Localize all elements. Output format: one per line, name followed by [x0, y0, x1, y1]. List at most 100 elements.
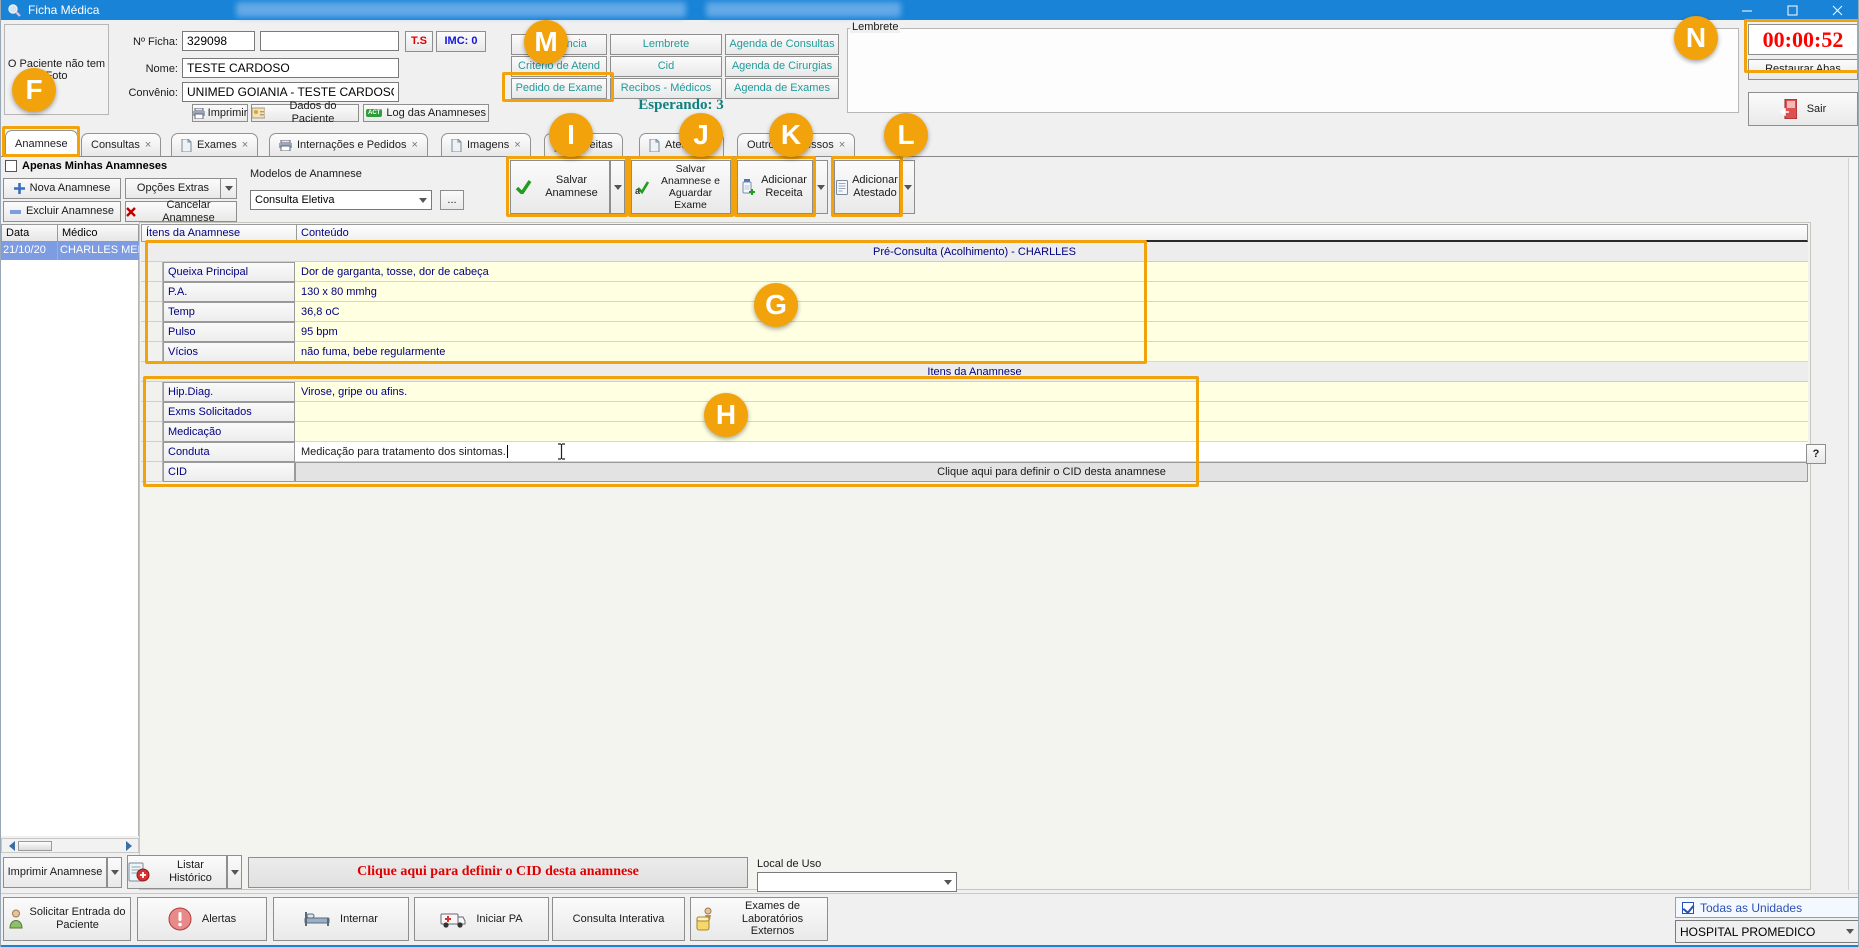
- tab-anamnese[interactable]: Anamnese: [5, 130, 78, 157]
- solicitar-entrada-button[interactable]: Solicitar Entrada do Paciente: [3, 897, 131, 941]
- adicionar-atestado-button[interactable]: Adicionar Atestado: [834, 160, 900, 214]
- scroll-right-icon[interactable]: [124, 841, 138, 851]
- sair-button[interactable]: Sair: [1748, 92, 1858, 126]
- cancelar-anamnese-button[interactable]: Cancelar Anamnese: [125, 201, 237, 222]
- internar-button[interactable]: Internar: [273, 897, 409, 941]
- scroll-left-icon[interactable]: [2, 841, 16, 851]
- pedido-de-exame-button[interactable]: Pedido de Exame: [511, 78, 607, 99]
- history-scrollbar[interactable]: [1, 838, 139, 853]
- maximize-button[interactable]: [1770, 0, 1815, 20]
- nova-anamnese-button[interactable]: Nova Anamnese: [3, 178, 121, 199]
- table-row[interactable]: Hip.Diag. Virose, gripe ou afins.: [141, 382, 1808, 402]
- salvar-anamnese-aguardar-exame-button[interactable]: a Salvar Anamnese e Aguardar Exame: [631, 160, 731, 214]
- ficha-extra-input[interactable]: [260, 31, 399, 51]
- table-row[interactable]: Conduta Medicação para tratamento dos si…: [141, 442, 1808, 462]
- agenda-consultas-button[interactable]: Agenda de Consultas: [725, 34, 839, 55]
- unidade-select[interactable]: HOSPITAL PROMEDICO: [1675, 920, 1859, 943]
- checkbox-icon[interactable]: [5, 160, 17, 172]
- row-value[interactable]: [295, 402, 1808, 422]
- salvar-dropdown-arrow[interactable]: [610, 160, 625, 214]
- iniciar-pa-button[interactable]: Iniciar PA: [414, 897, 549, 941]
- row-value-editing[interactable]: Medicação para tratamento dos sintomas.: [295, 442, 1808, 462]
- tab-consultas[interactable]: Consultas×: [81, 133, 161, 156]
- imc-button[interactable]: IMC: 0: [436, 31, 486, 52]
- cid-define-link[interactable]: Clique aqui para definir o CID desta ana…: [295, 462, 1808, 482]
- table-row[interactable]: Vícios não fuma, bebe regularmente: [141, 342, 1808, 362]
- ts-button[interactable]: T.S: [405, 31, 433, 52]
- excluir-anamnese-button[interactable]: Excluir Anamnese: [3, 201, 121, 222]
- adicionar-receita-button[interactable]: Adicionar Receita: [737, 160, 813, 214]
- vertical-scrollbar[interactable]: [1848, 158, 1859, 890]
- table-row[interactable]: Exms Solicitados: [141, 402, 1808, 422]
- checkbox-checked-icon[interactable]: [1682, 902, 1694, 914]
- tab-close-icon[interactable]: ×: [514, 139, 520, 151]
- listar-historico-dropdown-arrow[interactable]: [227, 855, 242, 889]
- tab-internacoes-e-pedidos[interactable]: Internações e Pedidos×: [269, 133, 428, 156]
- history-column-data[interactable]: Data: [1, 224, 58, 242]
- listar-historico-button[interactable]: Listar Histórico: [127, 855, 227, 889]
- table-column-itens[interactable]: Ítens da Anamnese: [141, 224, 297, 242]
- assistencia-button[interactable]: Assistência: [511, 34, 607, 55]
- recibos-medicos-button[interactable]: Recibos - Médicos: [610, 78, 722, 99]
- todas-unidades-checkbox[interactable]: Todas as Unidades: [1675, 897, 1859, 918]
- history-column-medico[interactable]: Médico: [57, 224, 139, 242]
- agenda-cirurgias-button[interactable]: Agenda de Cirurgias: [725, 56, 839, 77]
- table-row[interactable]: Medicação: [141, 422, 1808, 442]
- apenas-minhas-anamneses-checkbox[interactable]: Apenas Minhas Anamneses: [5, 160, 167, 172]
- section-row[interactable]: Pré-Consulta (Acolhimento) - CHARLLES: [141, 242, 1808, 262]
- minimize-button[interactable]: [1725, 0, 1770, 20]
- modelo-more-button[interactable]: ...: [440, 190, 464, 210]
- tab-exames[interactable]: Exames×: [171, 133, 258, 156]
- help-button[interactable]: ?: [1806, 444, 1826, 464]
- row-value[interactable]: [295, 422, 1808, 442]
- consulta-interativa-button[interactable]: Consulta Interativa: [552, 897, 685, 941]
- dropdown-arrow-icon[interactable]: [220, 179, 236, 198]
- tab-atestados[interactable]: Atestados: [639, 133, 724, 156]
- row-value[interactable]: 36,8 oC: [295, 302, 1808, 322]
- table-row[interactable]: Queixa Principal Dor de garganta, tosse,…: [141, 262, 1808, 282]
- dados-do-paciente-button[interactable]: Dados do Paciente: [251, 104, 359, 122]
- imprimir-button[interactable]: Imprimir: [192, 104, 248, 122]
- scrollbar-thumb[interactable]: [18, 841, 52, 851]
- row-value[interactable]: 95 bpm: [295, 322, 1808, 342]
- cid-button[interactable]: Cid: [610, 56, 722, 77]
- imprimir-anamnese-dropdown-arrow[interactable]: [107, 857, 122, 888]
- imprimir-anamnese-button[interactable]: Imprimir Anamnese: [3, 857, 107, 888]
- cid-banner-button[interactable]: Clique aqui para definir o CID desta ana…: [248, 857, 748, 888]
- local-de-uso-select[interactable]: [757, 872, 957, 892]
- atestado-dropdown-arrow[interactable]: [900, 160, 915, 214]
- modelo-anamnese-select[interactable]: Consulta Eletiva: [250, 190, 432, 210]
- alertas-button[interactable]: Alertas: [137, 897, 267, 941]
- criterio-atend-button[interactable]: Critério de Atend: [511, 56, 607, 77]
- exames-lab-externos-button[interactable]: Exames de Laboratórios Externos: [690, 897, 828, 941]
- table-row[interactable]: Temp 36,8 oC: [141, 302, 1808, 322]
- table-column-conteudo[interactable]: Conteúdo: [296, 224, 1808, 242]
- log-das-anamneses-button[interactable]: ACT Log das Anamneses: [363, 104, 489, 122]
- table-row[interactable]: Pulso 95 bpm: [141, 322, 1808, 342]
- tab-close-icon[interactable]: ×: [242, 139, 248, 151]
- tab-close-icon[interactable]: ×: [839, 139, 845, 151]
- restaurar-abas-button[interactable]: Restaurar Abas: [1748, 59, 1858, 80]
- ficha-input[interactable]: [182, 31, 255, 51]
- row-value[interactable]: Dor de garganta, tosse, dor de cabeça: [295, 262, 1808, 282]
- section-row[interactable]: Itens da Anamnese: [141, 362, 1808, 382]
- history-row-selected[interactable]: 21/10/20 CHARLLES MEDICO: [1, 242, 139, 260]
- convenio-input[interactable]: [182, 82, 399, 102]
- opcoes-extras-button[interactable]: Opções Extras: [125, 178, 237, 199]
- salvar-anamnese-button[interactable]: Salvar Anamnese: [510, 160, 610, 214]
- row-value[interactable]: 130 x 80 mmhg: [295, 282, 1808, 302]
- tab-outros-impressos[interactable]: Outros Impressos×: [737, 133, 855, 156]
- tab-close-icon[interactable]: ×: [145, 139, 151, 151]
- tab-receitas[interactable]: Receitas: [544, 133, 623, 156]
- table-row[interactable]: CID Clique aqui para definir o CID desta…: [141, 462, 1808, 482]
- tab-close-icon[interactable]: ×: [411, 139, 417, 151]
- table-row[interactable]: P.A. 130 x 80 mmhg: [141, 282, 1808, 302]
- tab-imagens[interactable]: Imagens×: [441, 133, 531, 156]
- agenda-exames-button[interactable]: Agenda de Exames: [725, 78, 839, 99]
- lembrete-button[interactable]: Lembrete: [610, 34, 722, 55]
- receita-dropdown-arrow[interactable]: [813, 160, 828, 214]
- row-value[interactable]: Virose, gripe ou afins.: [295, 382, 1808, 402]
- nome-input[interactable]: [182, 58, 399, 78]
- close-button[interactable]: [1815, 0, 1859, 20]
- row-value[interactable]: não fuma, bebe regularmente: [295, 342, 1808, 362]
